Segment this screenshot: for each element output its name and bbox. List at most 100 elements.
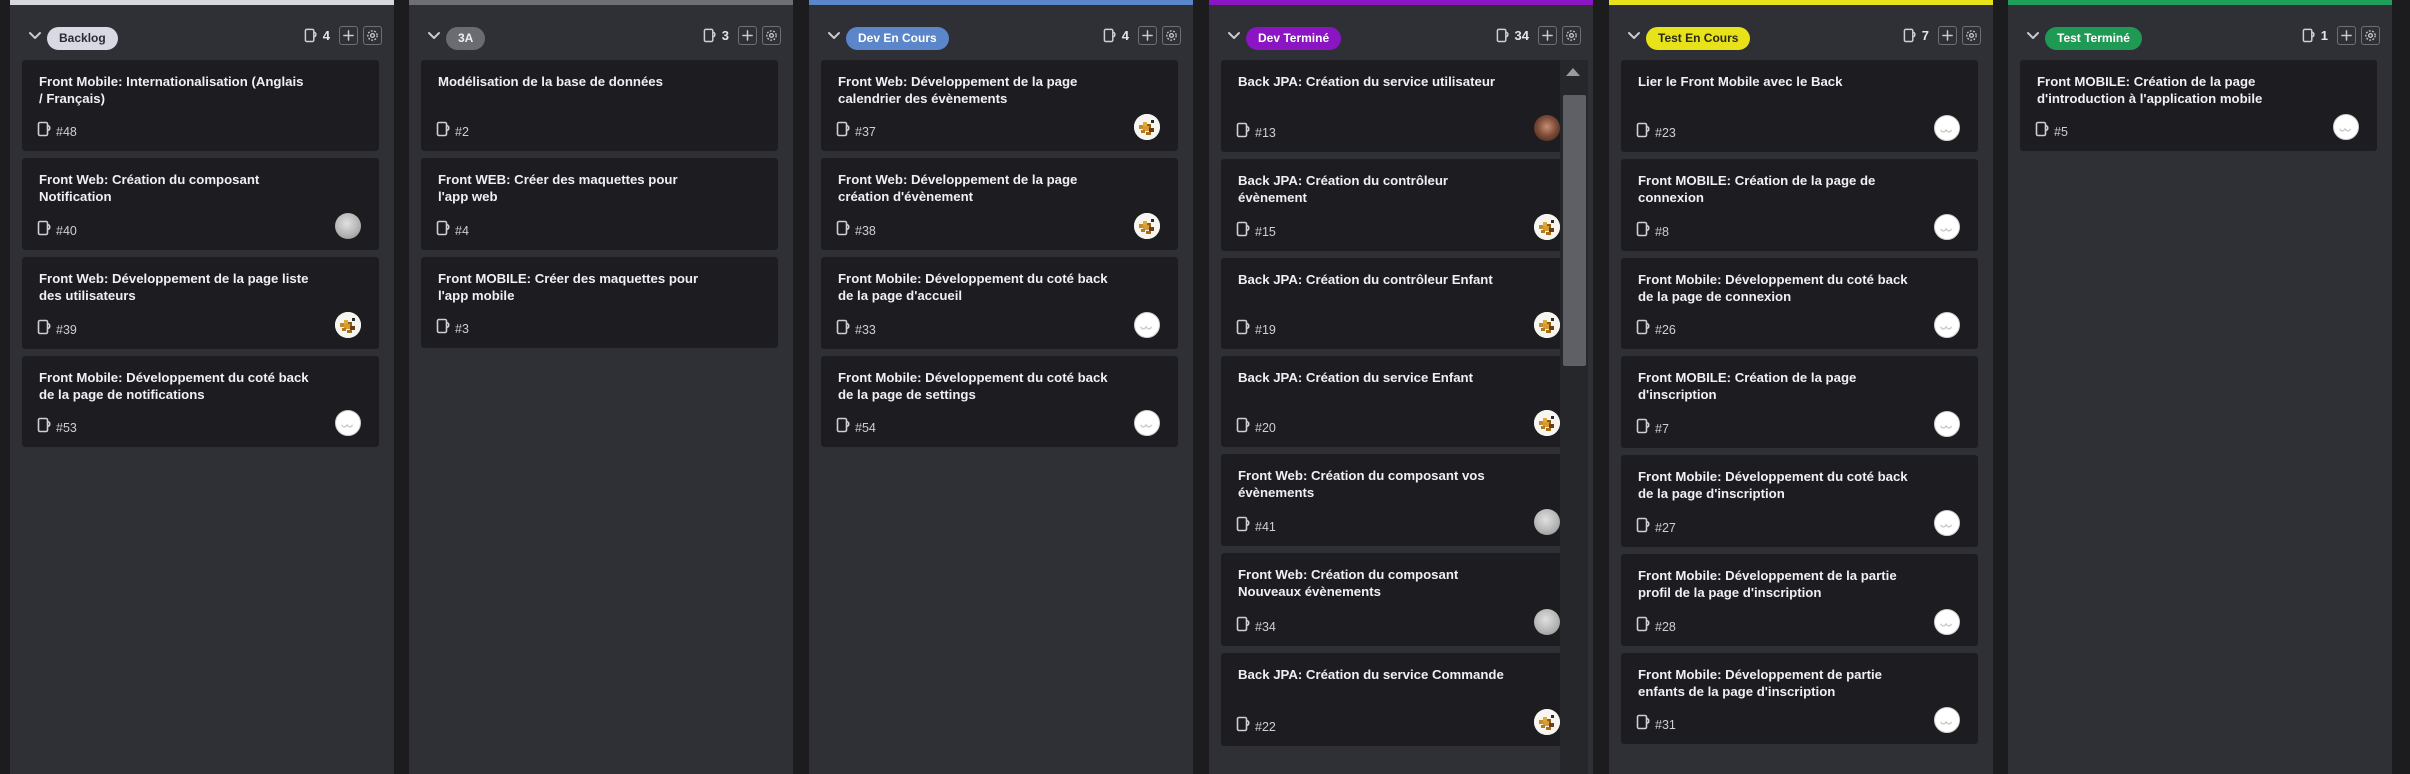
assignee-avatar[interactable] xyxy=(1134,312,1160,338)
issue-card-title[interactable]: Front Web: Développement de la page cale… xyxy=(838,74,1108,107)
add-item-button[interactable] xyxy=(1938,26,1957,45)
issue-card[interactable]: Back JPA: Création du service Commande #2… xyxy=(1221,653,1578,746)
issue-card-title[interactable]: Front Web: Création du composant Notific… xyxy=(39,172,309,205)
issue-card-title[interactable]: Front Web: Développement de la page créa… xyxy=(838,172,1108,205)
chevron-down-icon[interactable] xyxy=(826,27,842,43)
issue-card[interactable]: Front Mobile: Internationalisation (Angl… xyxy=(22,60,379,151)
issue-card[interactable]: Front MOBILE: Création de la page d'insc… xyxy=(1621,356,1978,448)
issue-card-title[interactable]: Modélisation de la base de données xyxy=(438,74,708,91)
column-settings-gear-icon[interactable] xyxy=(2361,26,2380,45)
chevron-down-icon[interactable] xyxy=(426,27,442,43)
column-settings-gear-icon[interactable] xyxy=(1562,26,1581,45)
add-item-button[interactable] xyxy=(339,26,358,45)
issue-card-title[interactable]: Lier le Front Mobile avec le Back xyxy=(1638,74,1908,91)
issue-card-title[interactable]: Front Mobile: Développement du coté back… xyxy=(39,370,309,403)
issue-card[interactable]: Front Web: Développement de la page list… xyxy=(22,257,379,349)
issue-icon xyxy=(1236,417,1251,439)
assignee-avatar[interactable] xyxy=(1134,213,1160,239)
issue-card[interactable]: Back JPA: Création du service utilisateu… xyxy=(1221,60,1578,152)
issue-card-title[interactable]: Front MOBILE: Créer des maquettes pour l… xyxy=(438,271,708,304)
assignee-avatar[interactable] xyxy=(1534,115,1560,141)
assignee-avatar[interactable] xyxy=(335,312,361,338)
issue-card[interactable]: Front Mobile: Développement du coté back… xyxy=(1621,258,1978,349)
issue-card[interactable]: Back JPA: Création du contrôleur évèneme… xyxy=(1221,159,1578,251)
issue-card-title[interactable]: Back JPA: Création du service Commande xyxy=(1238,667,1508,684)
assignee-avatar[interactable] xyxy=(1934,214,1960,240)
assignee-avatar[interactable] xyxy=(2333,114,2359,140)
assignee-avatar[interactable] xyxy=(1934,609,1960,635)
add-item-button[interactable] xyxy=(2337,26,2356,45)
assignee-avatar[interactable] xyxy=(1534,509,1560,535)
assignee-avatar[interactable] xyxy=(1934,115,1960,141)
issue-card[interactable]: Front Mobile: Développement de la partie… xyxy=(1621,554,1978,646)
issue-card-title[interactable]: Back JPA: Création du contrôleur Enfant xyxy=(1238,272,1508,289)
column-item-count: 4 xyxy=(1121,28,1129,43)
issue-card-title[interactable]: Front Web: Création du composant vos évè… xyxy=(1238,468,1508,501)
issue-card-title[interactable]: Front Mobile: Développement du coté back… xyxy=(1638,272,1908,305)
issue-card[interactable]: Front Web: Création du composant Notific… xyxy=(22,158,379,250)
column-settings-gear-icon[interactable] xyxy=(1162,26,1181,45)
issue-card[interactable]: Lier le Front Mobile avec le Back #23 xyxy=(1621,60,1978,152)
issue-card[interactable]: Front MOBILE: Création de la page de con… xyxy=(1621,159,1978,251)
issue-card-title[interactable]: Front Mobile: Développement du coté back… xyxy=(838,370,1108,403)
assignee-avatar[interactable] xyxy=(1934,411,1960,437)
issue-card-title[interactable]: Front Mobile: Développement de la partie… xyxy=(1638,568,1908,601)
chevron-down-icon[interactable] xyxy=(2025,27,2041,43)
issue-card-title[interactable]: Back JPA: Création du service Enfant xyxy=(1238,370,1508,387)
issue-card-title[interactable]: Front Mobile: Développement du coté back… xyxy=(838,271,1108,304)
card-list: Front MOBILE: Création de la page d'intr… xyxy=(2020,60,2377,158)
assignee-avatar[interactable] xyxy=(1534,709,1560,735)
issue-card-title[interactable]: Front Mobile: Développement de partie en… xyxy=(1638,667,1908,700)
chevron-down-icon[interactable] xyxy=(1626,27,1642,43)
add-item-button[interactable] xyxy=(1538,26,1557,45)
chevron-down-icon[interactable] xyxy=(1226,27,1242,43)
assignee-avatar[interactable] xyxy=(335,213,361,239)
issue-number: #34 xyxy=(1255,620,1276,634)
issue-card[interactable]: Front Mobile: Développement du coté back… xyxy=(1621,455,1978,547)
assignee-avatar[interactable] xyxy=(1534,312,1560,338)
issue-card[interactable]: Front Mobile: Développement de partie en… xyxy=(1621,653,1978,744)
issue-card-title[interactable]: Front MOBILE: Création de la page de con… xyxy=(1638,173,1908,206)
issue-card[interactable]: Front MOBILE: Créer des maquettes pour l… xyxy=(421,257,778,348)
assignee-avatar[interactable] xyxy=(1134,114,1160,140)
issue-card[interactable]: Front Mobile: Développement du coté back… xyxy=(821,356,1178,447)
issue-number: #3 xyxy=(455,322,469,336)
scrollbar-thumb[interactable] xyxy=(1563,95,1586,366)
issue-card-title[interactable]: Back JPA: Création du contrôleur évèneme… xyxy=(1238,173,1508,206)
issue-card[interactable]: Front MOBILE: Création de la page d'intr… xyxy=(2020,60,2377,151)
issue-card-title[interactable]: Front Mobile: Internationalisation (Angl… xyxy=(39,74,309,107)
issue-card[interactable]: Front Mobile: Développement du coté back… xyxy=(22,356,379,447)
column-settings-gear-icon[interactable] xyxy=(762,26,781,45)
issue-card[interactable]: Front Web: Création du composant vos évè… xyxy=(1221,454,1578,546)
issue-card-title[interactable]: Front MOBILE: Création de la page d'insc… xyxy=(1638,370,1908,403)
issue-card[interactable]: Front Web: Développement de la page cale… xyxy=(821,60,1178,151)
assignee-avatar[interactable] xyxy=(335,410,361,436)
issue-card-title[interactable]: Front WEB: Créer des maquettes pour l'ap… xyxy=(438,172,708,205)
issue-card-title[interactable]: Front MOBILE: Création de la page d'intr… xyxy=(2037,74,2307,107)
assignee-avatar[interactable] xyxy=(1934,312,1960,338)
issue-card[interactable]: Back JPA: Création du service Enfant #20 xyxy=(1221,356,1578,447)
scroll-up-arrow-icon[interactable] xyxy=(1566,68,1580,76)
column-settings-gear-icon[interactable] xyxy=(363,26,382,45)
issue-card[interactable]: Front WEB: Créer des maquettes pour l'ap… xyxy=(421,158,778,250)
issue-card[interactable]: Front Web: Développement de la page créa… xyxy=(821,158,1178,250)
add-item-button[interactable] xyxy=(1138,26,1157,45)
issue-card[interactable]: Back JPA: Création du contrôleur Enfant #… xyxy=(1221,258,1578,349)
issue-card-title[interactable]: Back JPA: Création du service utilisateu… xyxy=(1238,74,1508,91)
chevron-down-icon[interactable] xyxy=(27,27,43,43)
issue-icon xyxy=(1636,616,1651,638)
assignee-avatar[interactable] xyxy=(1534,609,1560,635)
assignee-avatar[interactable] xyxy=(1934,510,1960,536)
assignee-avatar[interactable] xyxy=(1534,214,1560,240)
assignee-avatar[interactable] xyxy=(1134,410,1160,436)
issue-card[interactable]: Front Web: Création du composant Nouveau… xyxy=(1221,553,1578,646)
issue-card-title[interactable]: Front Web: Développement de la page list… xyxy=(39,271,309,304)
issue-card[interactable]: Modélisation de la base de données #2 xyxy=(421,60,778,151)
issue-card-title[interactable]: Front Mobile: Développement du coté back… xyxy=(1638,469,1908,502)
add-item-button[interactable] xyxy=(738,26,757,45)
issue-card[interactable]: Front Mobile: Développement du coté back… xyxy=(821,257,1178,349)
column-settings-gear-icon[interactable] xyxy=(1962,26,1981,45)
assignee-avatar[interactable] xyxy=(1934,707,1960,733)
issue-card-title[interactable]: Front Web: Création du composant Nouveau… xyxy=(1238,567,1508,600)
assignee-avatar[interactable] xyxy=(1534,410,1560,436)
